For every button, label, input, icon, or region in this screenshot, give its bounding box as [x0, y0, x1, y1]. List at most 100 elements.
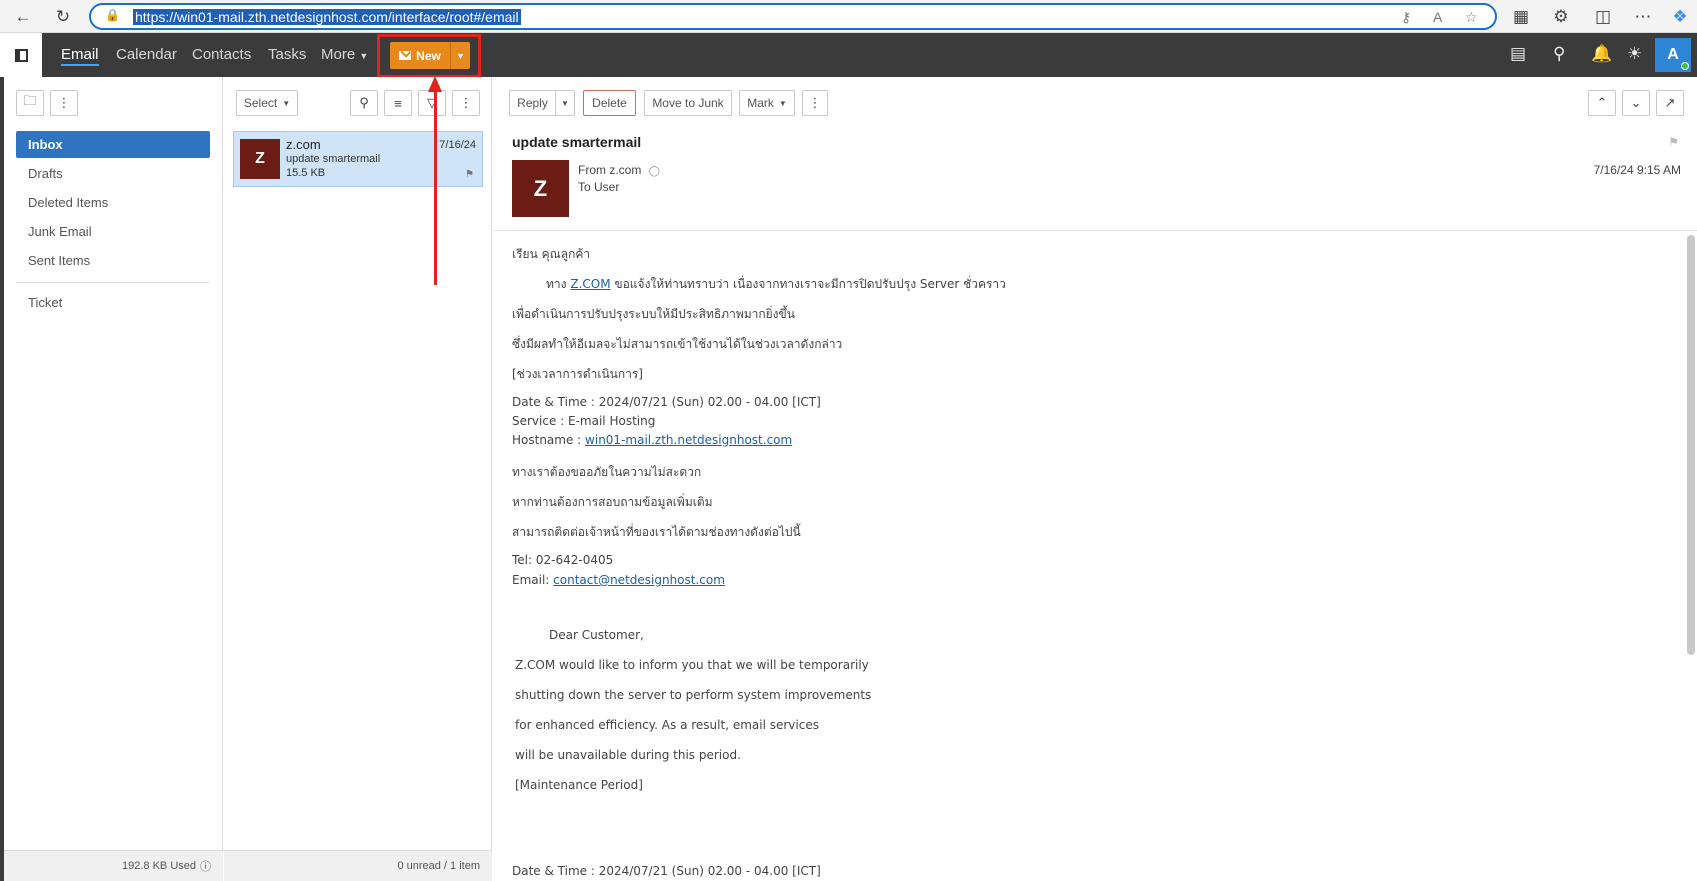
user-avatar-initial: A	[1667, 46, 1679, 63]
annotation-arrow-head	[428, 76, 442, 92]
list-options-icon[interactable]: ⋮	[452, 90, 480, 116]
body-text: ทาง	[546, 277, 567, 291]
body-line: Service : E-mail Hosting	[512, 414, 656, 428]
email-subject: update smartermail	[512, 134, 642, 150]
back-icon[interactable]: ←	[10, 4, 36, 30]
list-item[interactable]: Z z.com update smartermail 15.5 KB 7/16/…	[233, 131, 483, 187]
user-avatar[interactable]: A	[1655, 38, 1691, 72]
header-divider	[493, 230, 1697, 231]
filter-icon[interactable]: ▽	[418, 90, 446, 116]
body-line: shutting down the server to perform syst…	[515, 688, 872, 702]
body-line: Date & Time : 2024/07/21 (Sun) 02.00 - 0…	[512, 395, 821, 409]
folder-drafts[interactable]: Drafts	[16, 160, 210, 187]
lock-icon[interactable]: 🔒	[105, 8, 120, 22]
message-size: 15.5 KB	[286, 167, 326, 179]
folder-options-icon[interactable]: ⋮	[50, 90, 78, 116]
read-aloud-icon[interactable]: A	[1433, 9, 1442, 25]
split-screen-icon[interactable]: ◫	[1590, 4, 1616, 30]
online-status-dot	[1681, 62, 1689, 70]
body-line: ทางเราต้องขออภัยในความไม่สะดวก	[512, 465, 702, 479]
body-line: Z.COM would like to inform you that we w…	[515, 658, 869, 672]
annotation-highlight-box	[377, 34, 481, 78]
search-icon[interactable]: ⚲	[350, 90, 378, 116]
chevron-up-icon[interactable]: ⌃	[1588, 90, 1616, 116]
sort-icon[interactable]: ≡	[384, 90, 412, 116]
favorite-icon[interactable]: ☆	[1465, 9, 1478, 26]
folder-junk-email[interactable]: Junk Email	[16, 218, 210, 245]
nav-tasks[interactable]: Tasks	[268, 46, 306, 63]
move-to-junk-button[interactable]: Move to Junk	[644, 90, 732, 116]
select-dropdown[interactable]: Select ▼	[236, 90, 298, 116]
extensions-icon[interactable]: ⚙	[1548, 4, 1574, 30]
body-line: Dear Customer,	[549, 628, 644, 642]
theme-icon[interactable]: ☀	[1627, 44, 1642, 64]
nav-email[interactable]: Email	[61, 46, 99, 66]
nav-calendar[interactable]: Calendar	[116, 46, 177, 63]
flag-icon[interactable]: ⚑	[1668, 135, 1679, 149]
list-footer: 0 unread / 1 item	[224, 850, 492, 881]
body-line: สามารถติดต่อเจ้าหน้าที่ของเราได้ตามช่องท…	[512, 525, 801, 539]
info-icon[interactable]: ⓘ	[200, 858, 211, 874]
mark-label: Mark	[747, 96, 774, 110]
key-icon[interactable]: ⚷	[1401, 9, 1411, 26]
browser-toolbar: ← ↻ 🔒 https://win01-mail.zth.netdesignho…	[0, 0, 1697, 33]
body-text: Email:	[512, 573, 550, 587]
flag-icon[interactable]: ⚑	[465, 169, 474, 180]
chat-icon[interactable]: ▤	[1510, 44, 1526, 64]
folder-deleted-items[interactable]: Deleted Items	[16, 189, 210, 216]
body-line: เพื่อดำเนินการปรับปรุงระบบให้มีประสิทธิภ…	[512, 307, 795, 321]
shield-icon: ◯	[648, 166, 660, 177]
more-icon[interactable]: ⋯	[1630, 4, 1656, 30]
reader-options-icon[interactable]: ⋮	[802, 90, 828, 116]
body-line: ทาง Z.COM ขอแจ้งให้ท่านทราบว่า เนื่องจาก…	[546, 275, 1006, 294]
reply-button[interactable]: Reply	[509, 90, 556, 116]
body-line: Tel: 02-642-0405	[512, 553, 614, 567]
body-line: [ช่วงเวลาการดำเนินการ]	[512, 367, 643, 381]
search-icon[interactable]: ⚲	[1553, 44, 1565, 64]
body-text: Hostname :	[512, 433, 582, 447]
scrollbar[interactable]	[1687, 235, 1695, 655]
message-subject: update smartermail	[286, 153, 381, 165]
body-line: หากท่านต้องการสอบถามข้อมูลเพิ่มเติม	[512, 495, 713, 509]
body-line: เรียน คุณลูกค้า	[512, 247, 591, 261]
nav-contacts[interactable]: Contacts	[192, 46, 251, 63]
z-com-link[interactable]: Z.COM	[570, 277, 610, 291]
email-from-text: From z.com	[578, 163, 642, 177]
url-text[interactable]: https://win01-mail.zth.netdesignhost.com…	[133, 9, 521, 25]
refresh-icon[interactable]: ↻	[50, 4, 76, 30]
email-from: From z.com ◯	[578, 163, 660, 177]
popout-icon[interactable]: ↗	[1656, 90, 1684, 116]
chevron-down-icon[interactable]: ⌄	[1622, 90, 1650, 116]
copilot-icon[interactable]: ❖	[1667, 4, 1693, 30]
folder-ticket[interactable]: Ticket	[16, 289, 210, 316]
folder-inbox[interactable]: Inbox	[16, 131, 210, 158]
translate-icon[interactable]: ▦	[1508, 4, 1534, 30]
sender-avatar: Z	[240, 139, 280, 179]
nav-more[interactable]: More ▼	[321, 46, 368, 63]
hostname-link[interactable]: win01-mail.zth.netdesignhost.com	[585, 433, 792, 447]
message-list-pane: Select ▼ ⚲ ≡ ▽ ⋮ Z z.com update smarterm…	[224, 77, 492, 881]
email-to: To User	[578, 180, 620, 194]
reply-dropdown-button[interactable]: ▼	[555, 90, 575, 116]
body-line: ซึ่งมีผลทำให้อีเมลจะไม่สามารถเข้าใช้งานไ…	[512, 337, 843, 351]
mark-dropdown[interactable]: Mark ▼	[739, 90, 795, 116]
nav-more-label: More	[321, 46, 356, 63]
folder-icon[interactable]: 🗀	[16, 90, 44, 116]
reading-pane: Reply ▼ Delete Move to Junk Mark ▼ ⋮ ⌃ ⌄…	[493, 77, 1697, 881]
sender-avatar: Z	[512, 160, 569, 217]
annotation-arrow-shaft	[434, 85, 437, 285]
body-line: Email: contact@netdesignhost.com	[512, 573, 725, 587]
folder-sent-items[interactable]: Sent Items	[16, 247, 210, 274]
body-text: ขอแจ้งให้ท่านทราบว่า เนื่องจากทางเราจะมี…	[614, 277, 1006, 291]
address-bar[interactable]: 🔒 https://win01-mail.zth.netdesignhost.c…	[89, 3, 1497, 30]
storage-used: 192.8 KB Used	[122, 860, 196, 872]
delete-button[interactable]: Delete	[583, 90, 636, 116]
sidebar-toggle-icon[interactable]	[0, 33, 42, 77]
message-date: 7/16/24	[439, 139, 476, 151]
body-line: Hostname : win01-mail.zth.netdesignhost.…	[512, 433, 792, 447]
chevron-down-icon: ▼	[359, 51, 369, 61]
chevron-down-icon: ▼	[282, 98, 291, 108]
body-line: Date & Time : 2024/07/21 (Sun) 02.00 - 0…	[512, 864, 821, 878]
email-link[interactable]: contact@netdesignhost.com	[553, 573, 725, 587]
bell-icon[interactable]: 🔔	[1591, 44, 1612, 64]
